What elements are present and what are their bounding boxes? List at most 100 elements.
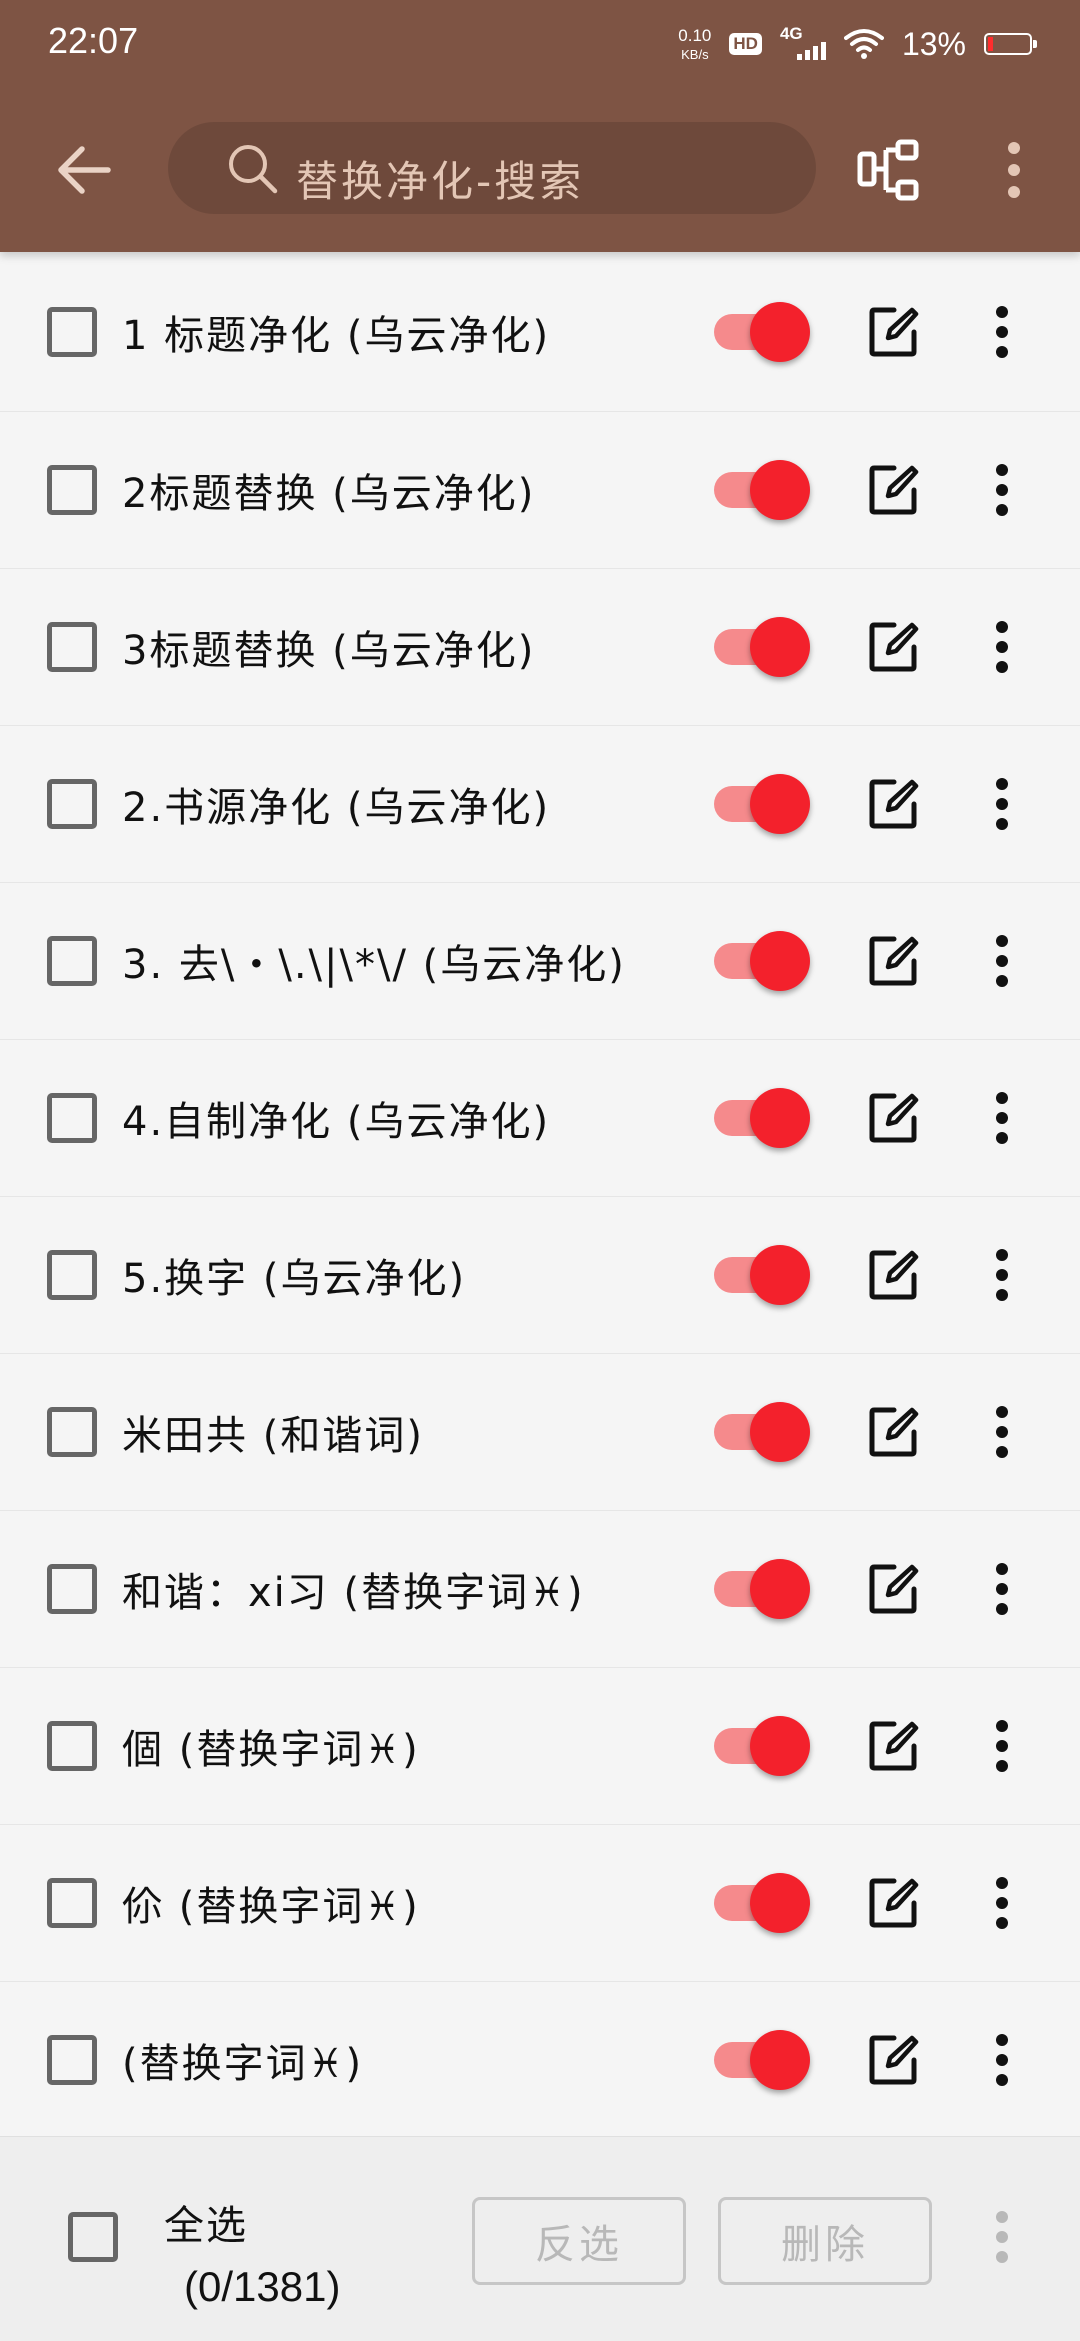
import-button[interactable] — [856, 136, 924, 204]
edit-rule-button[interactable] — [868, 1563, 920, 1615]
more-vert-icon — [996, 621, 1008, 673]
rule-enable-switch[interactable] — [714, 1714, 814, 1778]
rule-row[interactable]: 1 标题净化 (乌云净化) — [0, 252, 1080, 412]
status-time: 22:07 — [48, 20, 139, 61]
rule-more-button[interactable] — [988, 1875, 1016, 1931]
network-type: 4G — [779, 24, 803, 43]
rule-checkbox[interactable] — [47, 306, 97, 357]
more-vert-icon — [1008, 142, 1020, 198]
switch-thumb — [750, 931, 810, 991]
battery-icon — [984, 33, 1037, 55]
delete-button[interactable]: 删除 — [718, 2197, 932, 2285]
battery-percent: 13% — [901, 25, 966, 62]
rule-row[interactable]: 和谐：xi习 (替换字词♓) — [0, 1511, 1080, 1668]
rule-enable-switch[interactable] — [714, 772, 814, 836]
rule-enable-switch[interactable] — [714, 1400, 814, 1464]
app-bar: 22:07 0.10 KB/s HD 4G 13% 替换净化-搜索 — [0, 0, 1080, 252]
rule-more-button[interactable] — [988, 1718, 1016, 1774]
arrow-back-icon — [58, 146, 111, 194]
rule-enable-switch[interactable] — [714, 1871, 814, 1935]
rule-enable-switch[interactable] — [714, 929, 814, 993]
edit-rule-button[interactable] — [868, 1406, 920, 1458]
rule-more-button[interactable] — [988, 1090, 1016, 1146]
rule-more-button[interactable] — [988, 933, 1016, 989]
rule-row[interactable]: 3. 去\・\.\|\*\/ (乌云净化) — [0, 883, 1080, 1040]
edit-rule-button[interactable] — [868, 306, 920, 358]
rule-more-button[interactable] — [988, 1404, 1016, 1460]
rule-checkbox[interactable] — [47, 1250, 97, 1300]
more-options-button[interactable] — [994, 136, 1034, 204]
rule-checkbox[interactable] — [47, 779, 97, 829]
rule-row[interactable]: 5.换字 (乌云净化) — [0, 1197, 1080, 1354]
more-vert-icon — [996, 778, 1008, 830]
rule-more-button[interactable] — [988, 1247, 1016, 1303]
rule-checkbox[interactable] — [47, 622, 97, 672]
bottom-more-button[interactable] — [988, 2209, 1016, 2265]
rule-title: 3标题替换 (乌云净化) — [122, 628, 536, 674]
edit-rule-button[interactable] — [868, 935, 920, 987]
rule-more-button[interactable] — [988, 619, 1016, 675]
search-icon — [229, 145, 278, 194]
wifi-icon — [843, 29, 884, 59]
rule-row[interactable]: 2.书源净化 (乌云净化) — [0, 726, 1080, 883]
edit-rule-button[interactable] — [868, 1877, 920, 1929]
rule-row[interactable]: 米田共 (和谐词) — [0, 1354, 1080, 1511]
rule-checkbox[interactable] — [47, 1407, 97, 1457]
rule-checkbox[interactable] — [47, 936, 97, 986]
rule-enable-switch[interactable] — [714, 1243, 814, 1307]
net-speed-unit: KB/s — [681, 47, 709, 62]
search-input[interactable]: 替换净化-搜索 — [168, 122, 816, 214]
rule-checkbox[interactable] — [47, 1721, 97, 1771]
rule-title: (替换字词♓) — [122, 2041, 364, 2087]
edit-icon — [869, 1407, 919, 1457]
replace-rule-list[interactable]: 1 标题净化 (乌云净化) 2标题替换 (乌云净化) 3标题替换 (乌云净化) … — [0, 252, 1080, 2136]
bottom-action-bar: 全选 (0/1381) 反选 删除 — [0, 2136, 1080, 2341]
rule-checkbox[interactable] — [47, 1564, 97, 1614]
rule-more-button[interactable] — [988, 462, 1016, 518]
rule-title: 伱 (替换字词♓) — [122, 1884, 420, 1930]
rule-enable-switch[interactable] — [714, 1086, 814, 1150]
scan-import-icon — [857, 139, 919, 201]
edit-rule-button[interactable] — [868, 1720, 920, 1772]
select-all-checkbox[interactable] — [68, 2212, 118, 2262]
back-button[interactable] — [50, 136, 118, 204]
more-vert-icon — [996, 2034, 1008, 2086]
rule-title: 2.书源净化 (乌云净化) — [122, 785, 551, 831]
switch-thumb — [750, 617, 810, 677]
rule-checkbox[interactable] — [47, 1878, 97, 1928]
edit-rule-button[interactable] — [868, 1249, 920, 1301]
rule-enable-switch[interactable] — [714, 2028, 814, 2092]
rule-more-button[interactable] — [988, 304, 1016, 360]
rule-checkbox[interactable] — [47, 465, 97, 515]
select-all-label[interactable]: 全选 — [164, 2193, 248, 2251]
rule-enable-switch[interactable] — [714, 458, 814, 522]
rule-row[interactable]: 3标题替换 (乌云净化) — [0, 569, 1080, 726]
rule-checkbox[interactable] — [47, 1093, 97, 1143]
rule-title: 2标题替换 (乌云净化) — [122, 471, 536, 517]
rule-row[interactable]: 4.自制净化 (乌云净化) — [0, 1040, 1080, 1197]
rule-row[interactable]: 2标题替换 (乌云净化) — [0, 412, 1080, 569]
rule-checkbox[interactable] — [47, 2035, 97, 2085]
edit-rule-button[interactable] — [868, 2034, 920, 2086]
rule-row[interactable]: 伱 (替换字词♓) — [0, 1825, 1080, 1982]
edit-rule-button[interactable] — [868, 1092, 920, 1144]
more-vert-icon — [996, 2211, 1008, 2263]
rule-enable-switch[interactable] — [714, 300, 814, 364]
rule-enable-switch[interactable] — [714, 615, 814, 679]
rule-more-button[interactable] — [988, 1561, 1016, 1617]
rule-enable-switch[interactable] — [714, 1557, 814, 1621]
edit-rule-button[interactable] — [868, 464, 920, 516]
more-vert-icon — [996, 1249, 1008, 1301]
rule-row[interactable]: 個 (替换字词♓) — [0, 1668, 1080, 1825]
signal-icon: 4G — [779, 24, 826, 62]
rule-more-button[interactable] — [988, 2032, 1016, 2088]
rule-more-button[interactable] — [988, 776, 1016, 832]
edit-rule-button[interactable] — [868, 621, 920, 673]
edit-icon — [869, 1250, 919, 1300]
rule-row[interactable]: (替换字词♓) — [0, 1982, 1080, 2136]
status-bar: 22:07 0.10 KB/s HD 4G 13% — [0, 0, 1080, 90]
invert-selection-button[interactable]: 反选 — [472, 2197, 686, 2285]
edit-rule-button[interactable] — [868, 778, 920, 830]
rule-title: 和谐：xi习 (替换字词♓) — [122, 1570, 585, 1616]
rule-title: 5.换字 (乌云净化) — [122, 1256, 467, 1302]
